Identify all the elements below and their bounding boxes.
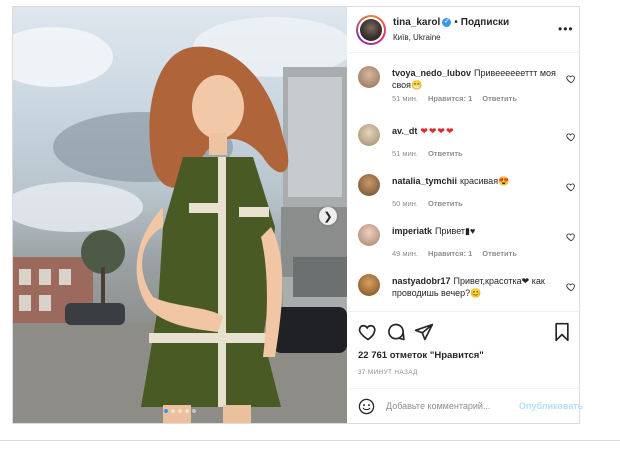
publish-button[interactable]: Опубликовать <box>519 401 583 411</box>
comment-username[interactable]: tvoya_nedo_lubov <box>392 68 471 78</box>
carousel-dot <box>185 409 189 413</box>
comment-meta: 49 мин. Нравится: 1 Ответить <box>392 249 517 258</box>
comment-username[interactable]: imperiatk <box>392 226 432 236</box>
author-username[interactable]: tina_karol <box>393 17 440 28</box>
heart-icon[interactable] <box>358 322 378 342</box>
smile-icon[interactable] <box>358 398 375 415</box>
comment-avatar[interactable] <box>358 274 380 296</box>
add-comment-bar: Опубликовать <box>348 388 583 423</box>
comment-time: 51 мин. <box>392 94 418 103</box>
comment-body: nastyadobr17 Привет,красотка❤ как проводи… <box>392 275 560 299</box>
carousel-dot <box>164 409 168 413</box>
comment-likes-count[interactable]: Нравится: 1 <box>428 249 472 258</box>
comment-heart-icon[interactable] <box>566 182 576 192</box>
post-header: tina_karol ✓ • Подписки Київ, Ukraine ••• <box>348 7 580 53</box>
bookmark-icon[interactable] <box>552 322 572 342</box>
verified-icon: ✓ <box>442 17 452 27</box>
comment-heart-icon[interactable] <box>566 232 576 242</box>
reply-button[interactable]: Ответить <box>482 249 517 258</box>
comment-item: tvoya_nedo_lubov Привееееееттт моя своя😁 … <box>348 54 580 104</box>
follow-button[interactable]: Подписки <box>461 17 509 28</box>
comment-avatar[interactable] <box>358 124 380 146</box>
carousel-dots <box>164 409 196 413</box>
comment-item: av._dt ❤❤❤❤ 51 мин. Ответить <box>348 112 580 162</box>
comment-text: Привет▮♥ <box>435 226 476 236</box>
comment-avatar[interactable] <box>358 224 380 246</box>
instagram-post: ❯ tina_karol✓•Подписки Київ, Ukraine <box>12 6 583 424</box>
comment-body: av._dt ❤❤❤❤ <box>392 125 560 137</box>
author-avatar[interactable] <box>356 15 386 45</box>
reply-button[interactable]: Ответить <box>428 149 463 158</box>
separator-dot: • <box>454 17 458 28</box>
comment-body: tvoya_nedo_lubov Привееееееттт моя своя😁 <box>392 67 560 91</box>
comment-heart-icon[interactable] <box>566 74 576 84</box>
post-photo[interactable]: ❯ <box>13 7 347 423</box>
comments-list[interactable]: tvoya_nedo_lubov Привееееееттт моя своя😁 … <box>348 54 580 311</box>
carousel-dot <box>178 409 182 413</box>
page-background: ❯ tina_karol✓•Подписки Київ, Ukraine <box>0 0 620 461</box>
chevron-right-icon: ❯ <box>323 210 333 223</box>
post-location[interactable]: Київ, Ukraine <box>393 33 441 42</box>
comment-avatar[interactable] <box>358 174 380 196</box>
comment-avatar[interactable] <box>358 66 380 88</box>
divider <box>0 440 620 441</box>
comment-body: natalia_tymchii красивая😍 <box>392 175 560 187</box>
reply-button[interactable]: Ответить <box>482 94 517 103</box>
action-bar <box>348 311 580 351</box>
comment-time: 50 мин. <box>392 199 418 208</box>
post-timestamp[interactable]: 37 МИНУТ НАЗАД <box>358 369 418 376</box>
comment-likes-count[interactable]: Нравится: 1 <box>428 94 472 103</box>
comment-username[interactable]: natalia_tymchii <box>392 176 457 186</box>
comment-heart-icon[interactable] <box>566 282 576 292</box>
comment-meta: 51 мин. Ответить <box>392 149 463 158</box>
comment-item: imperiatk Привет▮♥ 49 мин. Нравится: 1 От… <box>348 212 580 262</box>
carousel-dot <box>192 409 196 413</box>
comment-text: ❤❤❤❤ <box>420 126 455 136</box>
comment-username[interactable]: av._dt <box>392 126 417 136</box>
more-icon[interactable]: ••• <box>558 22 574 36</box>
comment-meta: 51 мин. Нравится: 1 Ответить <box>392 94 517 103</box>
comment-time: 51 мин. <box>392 149 418 158</box>
photo-illustration <box>13 17 347 423</box>
comment-body: imperiatk Привет▮♥ <box>392 225 560 237</box>
comment-meta: 50 мин. Ответить <box>392 199 463 208</box>
comment-input[interactable] <box>386 398 506 414</box>
likes-count[interactable]: 22 761 отметок "Нравится" <box>358 350 484 361</box>
post-sidebar: tina_karol ✓ • Подписки Київ, Ukraine ••• t… <box>348 7 583 423</box>
reply-button[interactable]: Ответить <box>428 199 463 208</box>
comment-item: natalia_tymchii красивая😍 50 мин. Ответит… <box>348 162 580 212</box>
comment-text: красивая😍 <box>460 176 510 186</box>
next-slide-button[interactable]: ❯ <box>319 207 337 225</box>
author-line: tina_karol ✓ • Подписки <box>393 17 509 28</box>
comment-heart-icon[interactable] <box>566 132 576 142</box>
comment-username[interactable]: nastyadobr17 <box>392 276 451 286</box>
comment-icon[interactable] <box>386 322 406 342</box>
comment-item: nastyadobr17 Привет,красотка❤ как проводи… <box>348 262 580 311</box>
share-icon[interactable] <box>414 322 434 342</box>
carousel-dot <box>171 409 175 413</box>
comment-time: 49 мин. <box>392 249 418 258</box>
